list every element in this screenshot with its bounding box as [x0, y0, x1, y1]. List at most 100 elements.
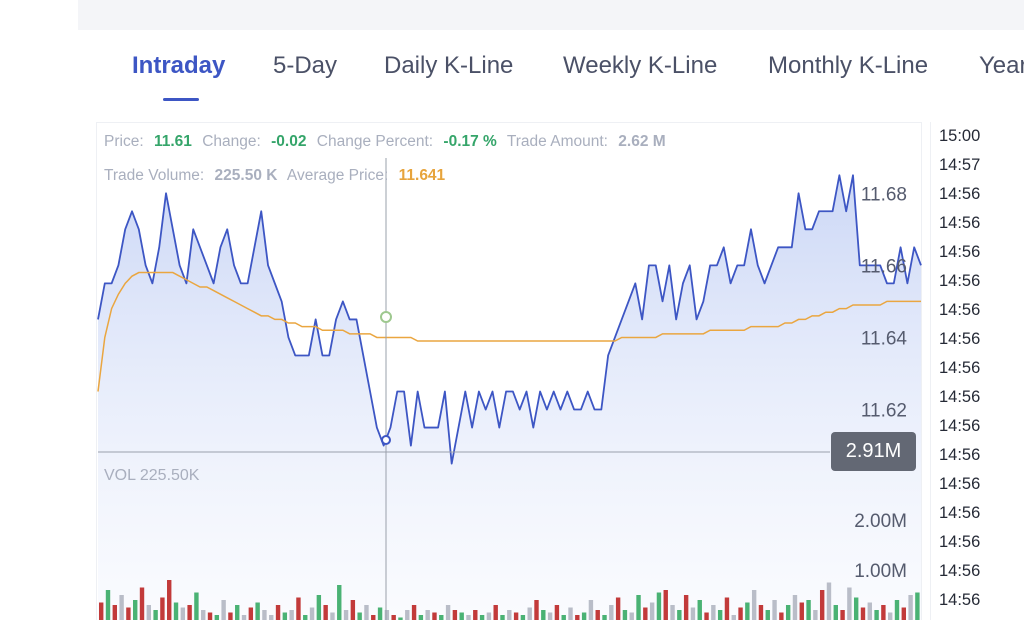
volume-bar	[833, 605, 838, 620]
ticker-row: 14:561	[939, 185, 980, 204]
volume-bar	[126, 607, 131, 620]
volume-bar	[146, 605, 152, 620]
volume-bar	[874, 610, 879, 620]
volume-bar	[459, 612, 464, 620]
ticker-row: 14:561	[939, 272, 980, 291]
volume-bar	[153, 610, 158, 620]
volume-bar	[275, 605, 281, 620]
volume-bar	[813, 610, 818, 620]
ticker-time: 14:56	[939, 359, 981, 377]
volume-bar	[819, 590, 825, 620]
volume-bar	[112, 605, 118, 620]
ticker-time: 14:56	[939, 562, 981, 580]
volume-bar	[330, 612, 335, 620]
change-percent-value: -0.17 %	[443, 133, 497, 150]
volume-bar	[581, 612, 587, 620]
ticker-time: 14:56	[939, 243, 981, 261]
ticker-row: 14:561	[939, 562, 980, 581]
volume-bar	[724, 597, 730, 620]
tab-year[interactable]: Year	[979, 52, 1024, 80]
volume-bar	[473, 610, 478, 620]
volume-bar	[622, 610, 628, 620]
trade-ticker-panel[interactable]: 15:00114:57114:56114:56114:56114:56114:5…	[930, 122, 1024, 620]
volume-bar	[513, 612, 519, 620]
volume-bar	[371, 615, 376, 620]
ticker-row: 14:561	[939, 591, 980, 610]
volume-bar	[826, 582, 832, 620]
y-tick-label: 11.66	[861, 256, 907, 277]
volume-bar	[534, 600, 539, 620]
volume-bar	[180, 607, 186, 620]
average-price-marker	[380, 311, 392, 323]
price-label: Price:	[104, 133, 144, 150]
change-label: Change:	[202, 133, 261, 150]
ticker-time: 14:56	[939, 185, 981, 203]
volume-bar	[615, 597, 621, 620]
volume-bar	[731, 615, 736, 620]
ticker-time: 14:56	[939, 446, 981, 464]
volume-bar	[201, 610, 206, 620]
volume-bar	[527, 607, 532, 620]
ticker-row: 14:561	[939, 359, 980, 378]
volume-bar	[289, 610, 294, 620]
trade-volume-value: 225.50 K	[214, 167, 278, 184]
volume-bar	[853, 597, 859, 620]
volume-bar	[677, 610, 682, 620]
volume-bar	[704, 612, 709, 620]
volume-bar	[629, 612, 634, 620]
volume-bar	[711, 605, 716, 620]
volume-bar	[894, 600, 900, 620]
volume-bar	[432, 612, 437, 620]
volume-bar	[214, 615, 220, 620]
volume-bar	[908, 595, 913, 620]
volume-bar	[785, 605, 791, 620]
volume-bar	[350, 600, 356, 620]
volume-bar	[377, 607, 383, 620]
volume-bar	[391, 615, 396, 620]
volume-bar	[425, 610, 430, 620]
volume-bar	[588, 600, 594, 620]
volume-bar	[554, 605, 560, 620]
volume-bar	[133, 600, 138, 620]
volume-bar	[860, 607, 866, 620]
change-value: -0.02	[271, 133, 307, 150]
volume-bar	[241, 615, 247, 620]
volume-bar	[779, 612, 784, 620]
volume-bar	[316, 595, 322, 620]
volume-bar	[847, 587, 852, 620]
volume-bar	[738, 607, 743, 620]
intraday-chart[interactable]: 11.68 11.66 11.64 11.62 2.00M 1.00M	[0, 0, 924, 620]
price-value: 11.61	[153, 133, 192, 150]
crosshair-value-tag: 2.91M	[831, 432, 916, 471]
volume-bar	[493, 605, 498, 620]
volume-bar	[303, 615, 308, 620]
volume-bar	[269, 615, 274, 620]
ticker-row: 14:561	[939, 475, 980, 494]
volume-bar	[207, 612, 213, 620]
ticker-row: 14:571	[939, 156, 980, 175]
volume-bar	[439, 615, 444, 620]
ticker-row: 14:561	[939, 417, 980, 436]
volume-bar	[670, 605, 675, 620]
ticker-time: 15:00	[939, 127, 981, 145]
ticker-time: 14:56	[939, 591, 981, 609]
volume-bar	[799, 602, 804, 620]
ticker-time: 14:56	[939, 301, 981, 319]
volume-bar	[221, 600, 226, 620]
volume-bar	[568, 607, 573, 620]
ticker-time: 14:56	[939, 504, 981, 522]
ticker-time: 14:56	[939, 388, 981, 406]
volume-bar	[697, 600, 702, 620]
volume-bar	[411, 605, 417, 620]
volume-bar	[248, 607, 254, 620]
volume-tick-label: 2.00M	[854, 511, 907, 532]
volume-bar	[649, 602, 655, 620]
volume-bar	[575, 615, 580, 620]
volume-bar	[656, 592, 662, 620]
volume-bar	[262, 610, 267, 620]
volume-bar	[228, 612, 233, 620]
ticker-row: 14:561	[939, 504, 980, 523]
volume-bar	[751, 590, 757, 620]
volume-bar	[643, 607, 648, 620]
price-marker	[381, 435, 391, 445]
